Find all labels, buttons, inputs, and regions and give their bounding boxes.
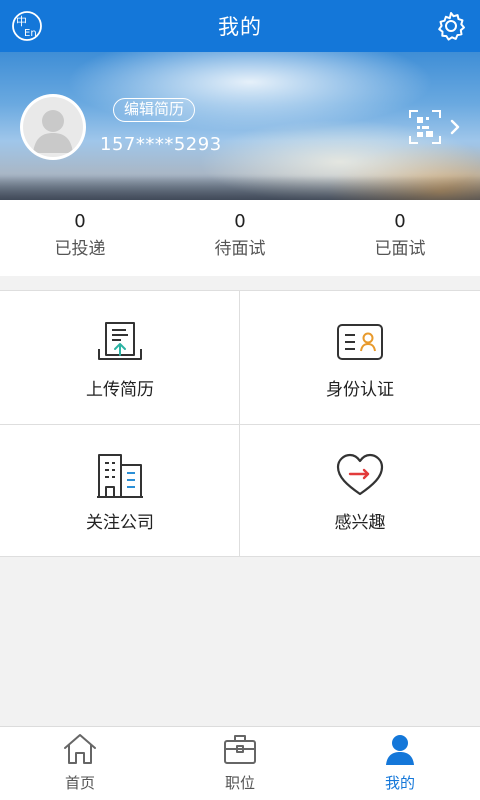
- stat-interviewed[interactable]: 0 已面试: [320, 200, 480, 276]
- tab-mine[interactable]: 我的: [320, 727, 480, 800]
- default-avatar-icon: [23, 97, 83, 157]
- qr-code-scan-icon: [409, 110, 460, 144]
- stat-count: 0: [234, 211, 246, 232]
- heart-icon: [334, 451, 386, 499]
- menu-interested[interactable]: 感兴趣: [240, 424, 480, 557]
- stat-count: 0: [394, 211, 406, 232]
- tab-jobs[interactable]: 职位: [160, 727, 320, 800]
- tab-label: 职位: [224, 774, 255, 792]
- id-card-icon: [334, 318, 386, 366]
- menu-upload-resume[interactable]: 上传简历: [0, 291, 240, 424]
- upload-resume-icon: [94, 318, 146, 366]
- user-icon: [382, 731, 418, 767]
- company-building-icon: [94, 451, 146, 499]
- gear-icon[interactable]: [434, 9, 468, 43]
- edit-resume-button[interactable]: 编辑简历: [113, 98, 196, 122]
- zh-en-language-icon[interactable]: 中 En: [10, 9, 44, 43]
- qr-code-button[interactable]: [406, 108, 464, 148]
- stat-count: 0: [74, 211, 86, 232]
- profile-banner: 编辑简历 157****5293: [0, 52, 480, 200]
- stat-delivered[interactable]: 0 已投递: [0, 200, 160, 276]
- menu-label: 上传简历: [86, 380, 154, 400]
- menu-identity-verification[interactable]: 身份认证: [240, 291, 480, 424]
- briefcase-icon: [222, 731, 258, 767]
- tab-label: 首页: [64, 774, 95, 792]
- stat-pending-interview[interactable]: 0 待面试: [160, 200, 320, 276]
- banner-horizon: [0, 176, 480, 200]
- stat-label: 已投递: [54, 239, 106, 259]
- menu-label: 感兴趣: [334, 513, 386, 533]
- menu-label: 关注公司: [86, 513, 154, 533]
- bottom-tab-bar: 首页 职位 我的: [0, 726, 480, 800]
- home-icon: [62, 731, 98, 767]
- phone-number: 157****5293: [100, 134, 222, 155]
- avatar[interactable]: [20, 94, 86, 160]
- menu-grid: 上传简历 身份认证 关注公司 感兴趣: [0, 290, 480, 557]
- svg-text:中: 中: [16, 15, 27, 28]
- tab-label: 我的: [384, 774, 415, 792]
- menu-label: 身份认证: [326, 380, 394, 400]
- svg-text:En: En: [24, 28, 37, 39]
- tab-home[interactable]: 首页: [0, 727, 160, 800]
- stat-label: 待面试: [214, 239, 266, 259]
- stat-label: 已面试: [374, 239, 426, 259]
- menu-followed-companies[interactable]: 关注公司: [0, 424, 240, 557]
- top-bar: 中 En 我的: [0, 0, 480, 52]
- page-title: 我的: [218, 15, 262, 39]
- application-stats: 0 已投递 0 待面试 0 已面试: [0, 200, 480, 276]
